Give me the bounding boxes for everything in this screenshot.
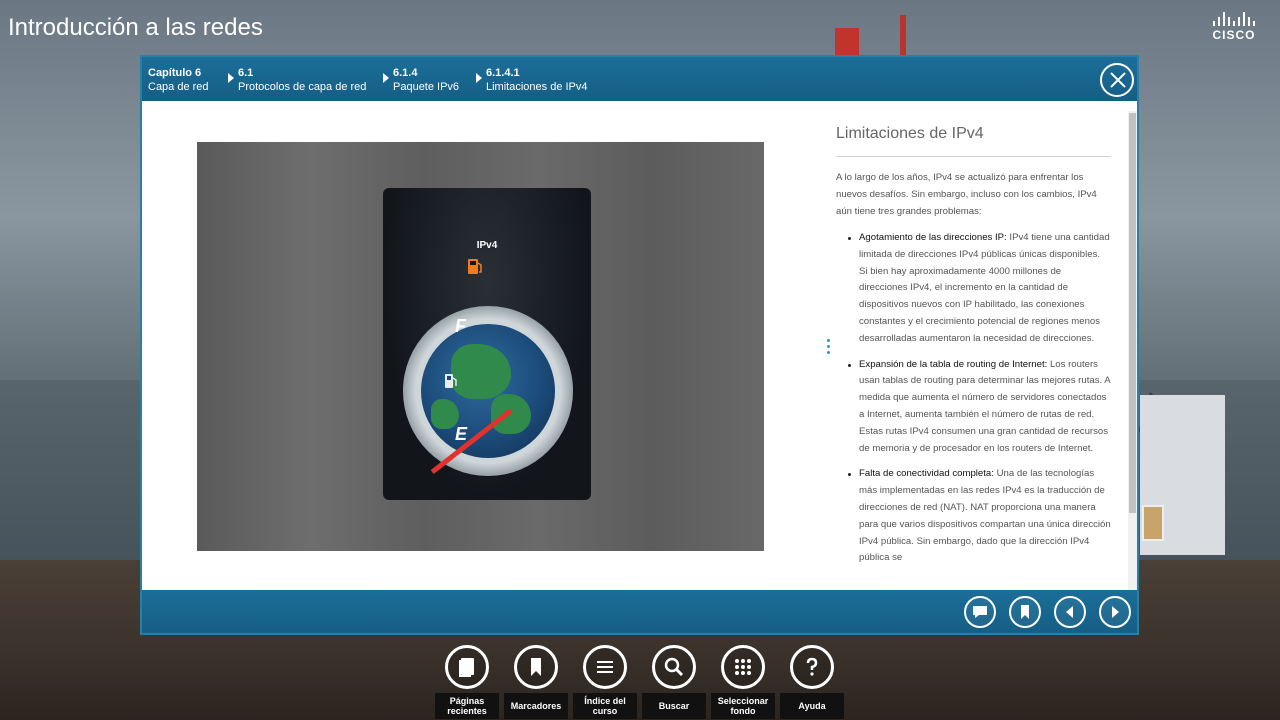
more-options-icon[interactable] — [827, 339, 831, 357]
bookmark-button[interactable] — [1009, 596, 1041, 628]
chevron-right-icon — [476, 73, 482, 83]
globe-dial — [421, 324, 555, 458]
breadcrumb-topic[interactable]: 6.1.4 Paquete IPv6 — [383, 66, 459, 94]
chevron-right-icon — [228, 73, 234, 83]
app-title: Introducción a las redes — [8, 14, 263, 41]
bookmark-icon — [1021, 605, 1029, 619]
dock-recent-pages[interactable]: Páginas recientes — [435, 643, 499, 720]
breadcrumb-chapter[interactable]: Capítulo 6 Capa de red — [148, 66, 209, 94]
title-divider — [836, 156, 1111, 157]
background-mast — [900, 15, 906, 55]
dock-help[interactable]: Ayuda — [780, 643, 844, 720]
chevron-right-icon — [383, 73, 389, 83]
previous-page-button[interactable] — [1054, 596, 1086, 628]
fuel-pump-icon — [445, 374, 457, 388]
gauge-label: IPv4 — [476, 240, 498, 251]
dock-search[interactable]: Buscar — [642, 643, 706, 720]
breadcrumb-section[interactable]: 6.1 Protocolos de capa de red — [228, 66, 366, 94]
gauge-full-label: F — [455, 316, 466, 336]
dock-select-background[interactable]: Seleccionar fondo — [711, 643, 775, 720]
dock-course-index[interactable]: Índice del curso — [573, 643, 637, 720]
recent-pages-icon — [459, 658, 474, 677]
vertical-scrollbar[interactable] — [1128, 111, 1137, 590]
problems-list: Agotamiento de las direcciones IP: IPv4 … — [848, 230, 1111, 576]
speech-bubble-icon — [973, 606, 987, 618]
list-item: Agotamiento de las direcciones IP: IPv4 … — [848, 230, 1111, 348]
dock-bookmarks[interactable]: Marcadores — [504, 643, 568, 720]
bottom-dock: Páginas recientes Marcadores Índice del … — [435, 643, 845, 720]
article-text: Limitaciones de IPv4 A lo largo de los a… — [836, 101, 1116, 590]
close-button[interactable] — [1100, 63, 1134, 97]
ipv4-fuel-gauge-figure: IPv4 F E — [197, 142, 764, 551]
menu-icon — [597, 661, 613, 673]
gauge-card: IPv4 F E — [383, 188, 591, 500]
page-content: IPv4 F E Limitaciones de IPv4 A lo largo… — [142, 101, 1137, 590]
page-title: Limitaciones de IPv4 — [836, 125, 984, 142]
background-lighthouse — [835, 28, 859, 58]
cisco-logo: CISCO — [1205, 12, 1263, 42]
fuel-warning-icon — [468, 259, 482, 274]
list-item: Expansión de la tabla de routing de Inte… — [848, 357, 1111, 458]
list-item: Falta de conectividad completa: Una de l… — [848, 466, 1111, 567]
bottom-toolbar — [142, 590, 1137, 633]
breadcrumb: Capítulo 6 Capa de red 6.1 Protocolos de… — [142, 57, 1137, 101]
comment-button[interactable] — [964, 596, 996, 628]
background-window — [1142, 505, 1164, 541]
search-icon — [664, 657, 684, 677]
chevron-left-icon — [1066, 606, 1073, 618]
chevron-right-icon — [1112, 606, 1119, 618]
grid-icon — [735, 659, 751, 675]
breadcrumb-page[interactable]: 6.1.4.1 Limitaciones de IPv4 — [476, 66, 588, 94]
bookmark-icon — [531, 658, 541, 676]
scrollbar-thumb[interactable] — [1129, 113, 1136, 513]
help-icon — [806, 657, 818, 676]
content-panel: Capítulo 6 Capa de red 6.1 Protocolos de… — [140, 55, 1139, 635]
intro-paragraph: A lo largo de los años, IPv4 se actualiz… — [836, 172, 1097, 217]
next-page-button[interactable] — [1099, 596, 1131, 628]
cisco-wordmark: CISCO — [1212, 28, 1256, 42]
